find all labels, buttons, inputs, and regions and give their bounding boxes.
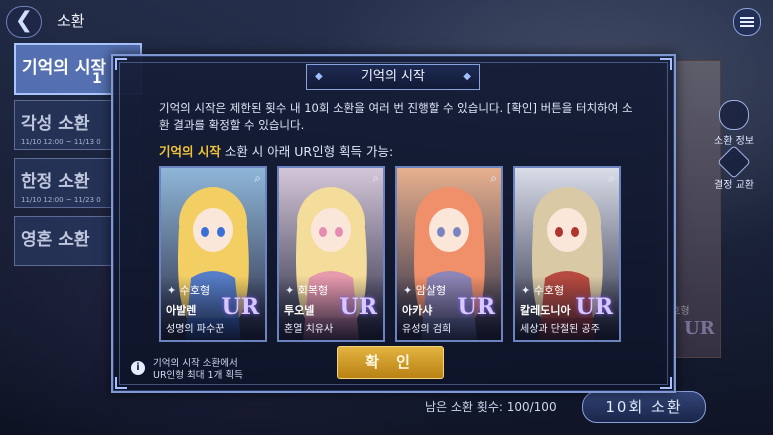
back-arrow-icon: ❮ (14, 8, 34, 33)
class-text: 수호형 (533, 284, 565, 297)
summon-info-label: 소환 정보 (714, 136, 754, 147)
class-icon: ✦ (167, 284, 180, 297)
info-icon: i (131, 361, 145, 375)
character-epithet: 세상과 단절된 공주 (520, 324, 600, 335)
tab-date: 11/10 12:00 ~ 11/23 0 (21, 196, 101, 204)
corner-ornament (660, 377, 672, 389)
info-text: 기억의 시작 소환에서 UR인형 최대 1개 획득 (153, 358, 243, 381)
class-text: 수호형 (179, 284, 211, 297)
class-text: 회복형 (297, 284, 329, 297)
character-name: 칼레도니아 (520, 304, 571, 317)
character-card[interactable]: ⌕ ✦ 암살형 아카샤 UR 유성의 검희 (395, 166, 503, 342)
page-title: 소환 (57, 12, 85, 30)
tab-date: 11/10 12:00 ~ 11/13 0 (21, 138, 101, 146)
info-note: i 기억의 시작 소환에서 UR인형 최대 1개 획득 (131, 358, 243, 382)
summon-info-button[interactable]: 소환 정보 (701, 100, 767, 147)
menu-button[interactable] (733, 8, 761, 36)
zoom-icon[interactable]: ⌕ (254, 171, 261, 186)
dialog-description: 기억의 시작은 제한된 횟수 내 10회 소환을 여러 번 진행할 수 있습니다… (159, 101, 633, 132)
crystal-exchange-button[interactable]: 결정 교환 (701, 145, 767, 191)
class-label: ✦ 암살형 (403, 282, 446, 298)
character-name: 아발렌 (166, 304, 197, 317)
class-icon: ✦ (403, 284, 416, 297)
pool-highlight: 기억의 시작 (159, 144, 221, 159)
zoom-icon[interactable]: ⌕ (372, 171, 379, 186)
class-icon: ✦ (285, 284, 298, 297)
tab-label: 한정 소환 (21, 172, 90, 192)
character-epithet: 유성의 검희 (402, 324, 452, 335)
tab-label: 각성 소환 (21, 114, 90, 134)
dialog-title: 기억의 시작 (306, 64, 480, 90)
class-label: ✦ 회복형 (285, 282, 328, 298)
class-label: ✦ 수호형 (167, 282, 210, 298)
info-dots-icon (719, 100, 749, 130)
zoom-icon[interactable]: ⌕ (490, 171, 497, 186)
top-bar: ❮ 소환 (0, 0, 773, 42)
pool-text: 기억의 시작 소환 시 아래 UR인형 획득 가능: (159, 141, 393, 160)
corner-ornament (115, 377, 127, 389)
back-button[interactable]: ❮ (6, 6, 42, 38)
class-text: 암살형 (415, 284, 447, 297)
character-card[interactable]: ⌕ ✦ 수호형 칼레도니아 UR 세상과 단절된 공주 (513, 166, 621, 342)
remaining-summons: 남은 소환 횟수: 100/100 (425, 400, 557, 414)
class-label: ✦ 수호형 (521, 282, 564, 298)
character-epithet: 성명의 파수꾼 (166, 324, 225, 335)
character-name: 아카샤 (402, 304, 433, 317)
rank-badge: UR (339, 294, 377, 320)
rank-badge: UR (457, 294, 495, 320)
character-card[interactable]: ⌕ ✦ 수호형 아발렌 UR 성명의 파수꾼 (159, 166, 267, 342)
summon-dialog: 기억의 시작 기억의 시작은 제한된 횟수 내 10회 소환을 여러 번 진행할… (111, 54, 676, 393)
corner-ornament (115, 58, 127, 70)
character-epithet: 혼열 치유사 (284, 324, 334, 335)
rank-badge: UR (221, 294, 259, 320)
crystal-exchange-label: 결정 교환 (714, 180, 754, 191)
character-name: 투오넬 (284, 304, 315, 317)
zoom-icon[interactable]: ⌕ (608, 171, 615, 186)
tab-label: 영혼 소환 (21, 230, 90, 250)
rank-badge: UR (575, 294, 613, 320)
summon-10-button[interactable]: 10회 소환 (582, 391, 706, 423)
corner-ornament (660, 58, 672, 70)
menu-icon (740, 17, 754, 19)
pool-rest: 소환 시 아래 UR인형 획득 가능: (220, 144, 394, 159)
crystal-icon (717, 145, 751, 179)
tab-extra: 1 (92, 71, 102, 87)
character-card[interactable]: ⌕ ✦ 회복형 투오넬 UR 혼열 치유사 (277, 166, 385, 342)
class-icon: ✦ (521, 284, 534, 297)
confirm-button[interactable]: 확 인 (337, 346, 444, 379)
